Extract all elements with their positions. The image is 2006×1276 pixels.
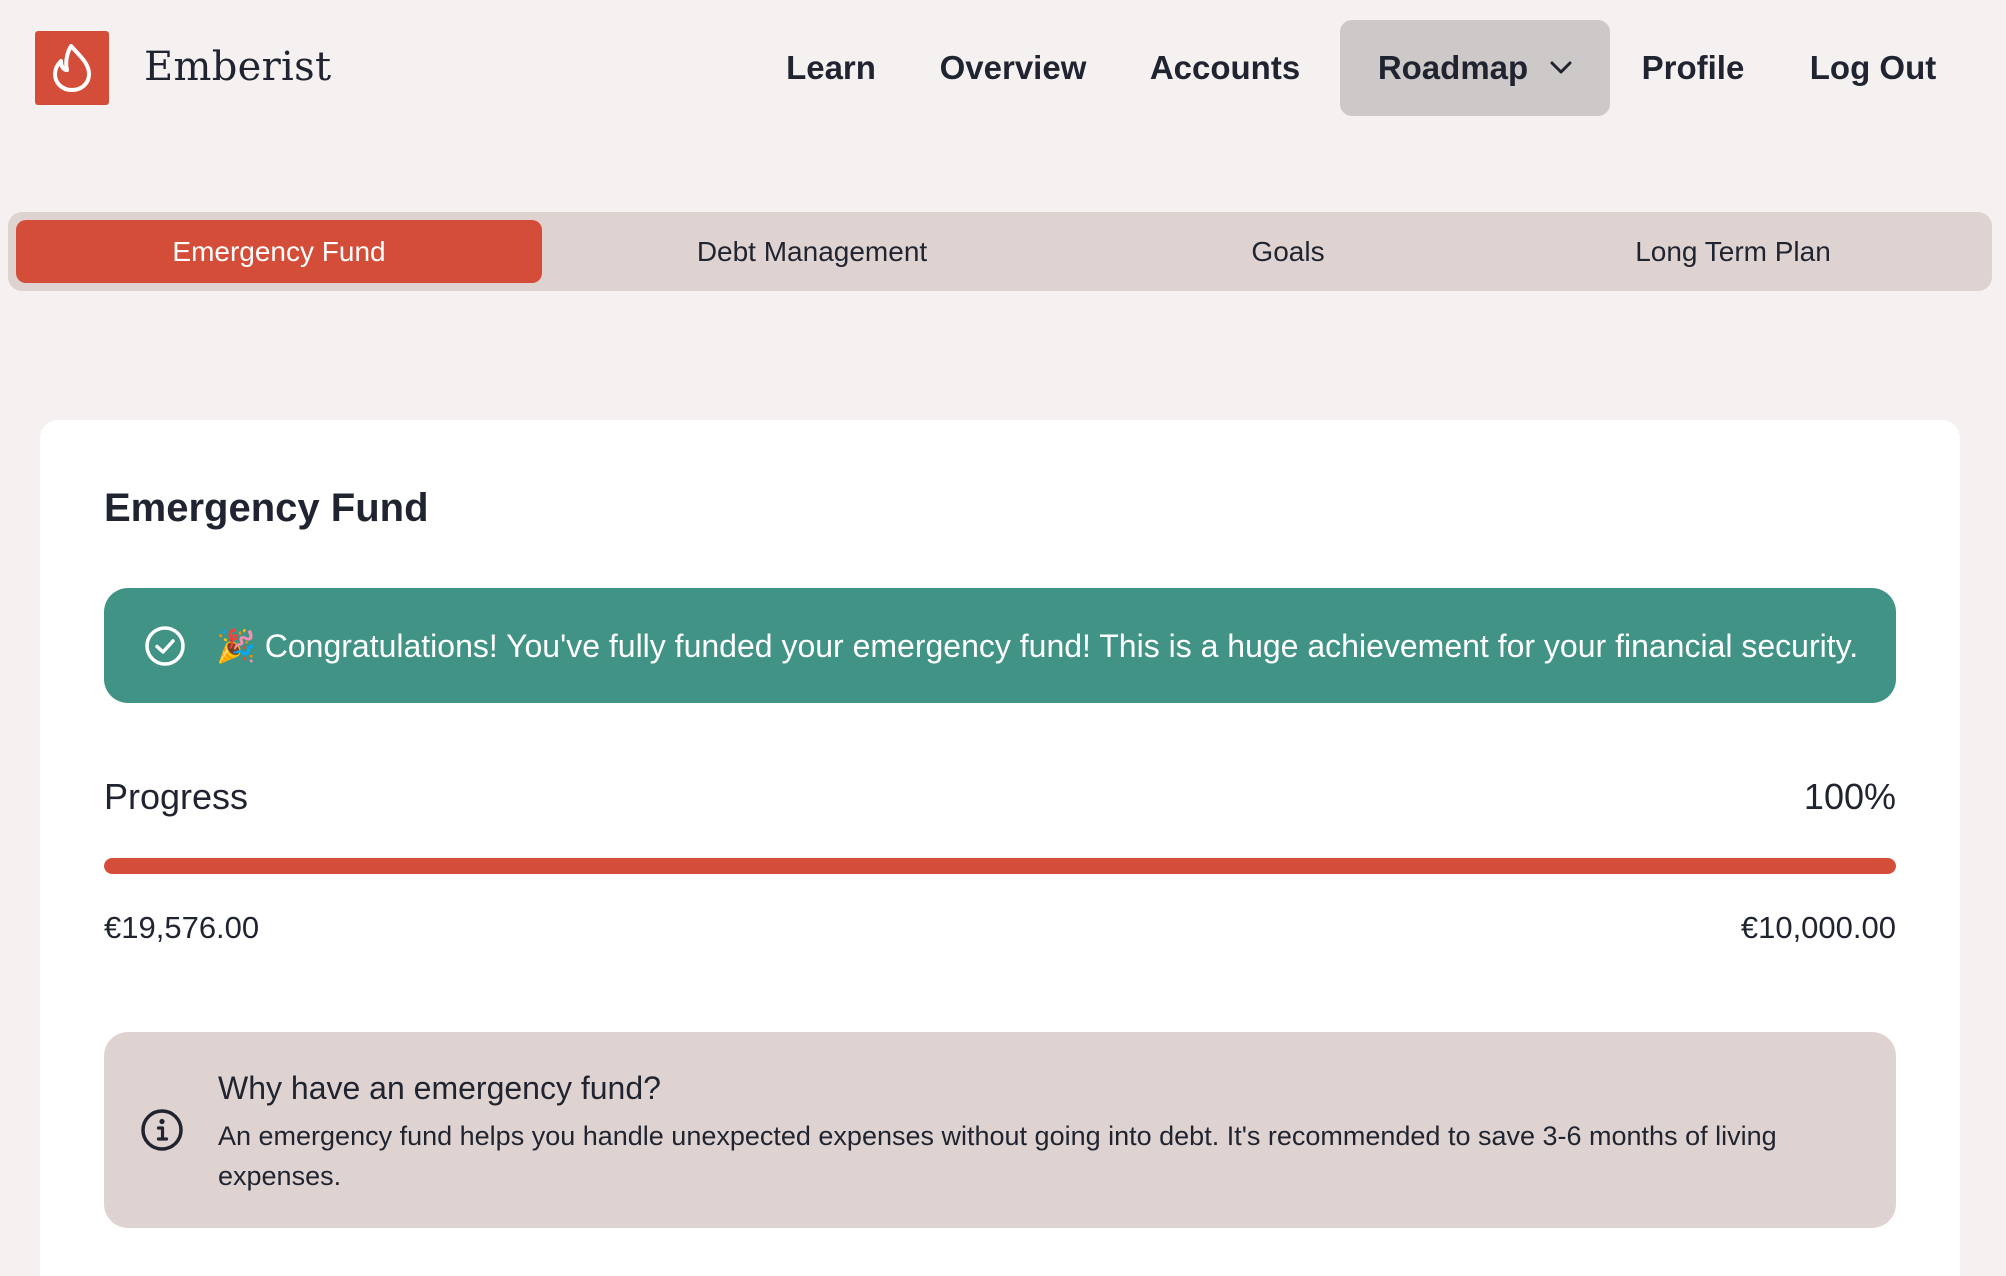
- info-box: Why have an emergency fund? An emergency…: [104, 1032, 1896, 1228]
- brand-name[interactable]: Emberist: [144, 44, 331, 90]
- tab-emergency-fund[interactable]: Emergency Fund: [16, 220, 542, 283]
- nav-overview[interactable]: Overview: [925, 20, 1101, 116]
- emergency-fund-card: Emergency Fund 🎉 Congratulations! You've…: [40, 420, 1960, 1276]
- success-alert: 🎉 Congratulations! You've fully funded y…: [104, 588, 1896, 703]
- nav-learn[interactable]: Learn: [769, 20, 893, 116]
- success-message: 🎉 Congratulations! You've fully funded y…: [216, 627, 1859, 664]
- target-amount: €10,000.00: [1740, 910, 1896, 945]
- flame-icon[interactable]: [35, 31, 109, 105]
- nav-roadmap[interactable]: Roadmap: [1340, 20, 1610, 116]
- chevron-down-icon: [1550, 61, 1572, 75]
- tab-goals[interactable]: Goals: [1088, 220, 1488, 283]
- info-title: Why have an emergency fund?: [218, 1070, 661, 1106]
- nav-profile[interactable]: Profile: [1634, 20, 1752, 116]
- check-circle-icon: [144, 625, 186, 667]
- nav-accounts[interactable]: Accounts: [1139, 20, 1311, 116]
- tab-debt-management[interactable]: Debt Management: [562, 220, 1062, 283]
- tab-long-term-plan[interactable]: Long Term Plan: [1508, 220, 1958, 283]
- top-header: Emberist Learn Overview Accounts Roadmap…: [0, 0, 2006, 140]
- roadmap-tabs: Emergency Fund Debt Management Goals Lon…: [8, 212, 1992, 291]
- nav-logout[interactable]: Log Out: [1800, 20, 1946, 116]
- nav-roadmap-label: Roadmap: [1377, 49, 1529, 86]
- progress-bar-fill: [104, 858, 1896, 874]
- info-icon: [140, 1108, 184, 1152]
- progress-label: Progress: [104, 776, 249, 817]
- progress-bar: [104, 858, 1896, 874]
- progress-percent: 100%: [1803, 776, 1896, 817]
- current-amount: €19,576.00: [104, 910, 260, 945]
- info-body: An emergency fund helps you handle unexp…: [218, 1121, 1777, 1191]
- card-title: Emergency Fund: [104, 486, 429, 530]
